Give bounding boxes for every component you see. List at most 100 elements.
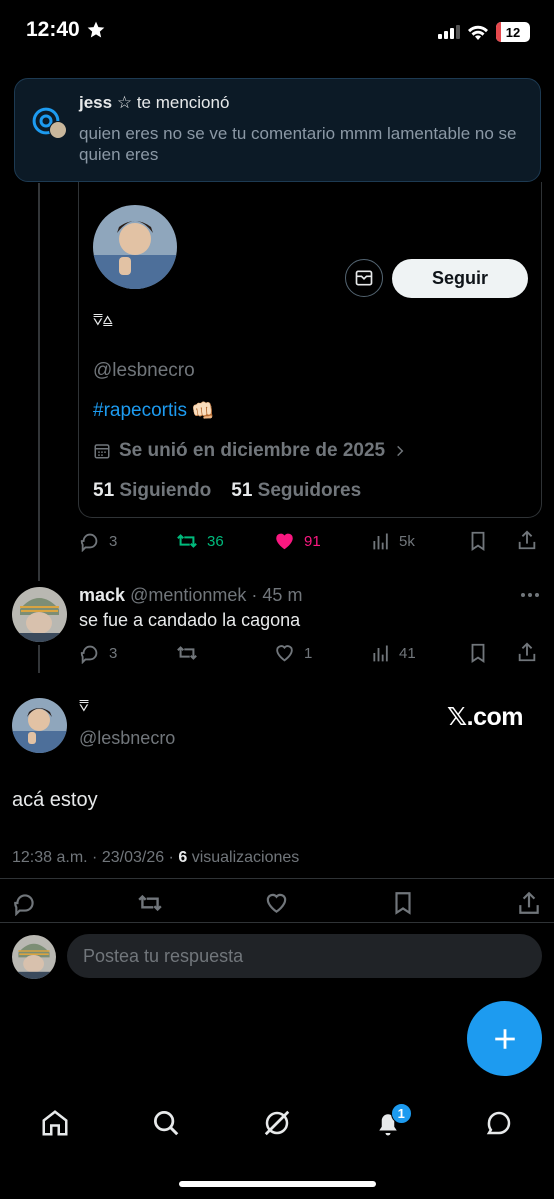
profile-handle: @lesbnecro: [93, 360, 195, 381]
views-action[interactable]: 5k: [371, 531, 415, 551]
home-indicator[interactable]: [179, 1181, 376, 1187]
joined-text: Se unió en diciembre de 2025: [119, 440, 386, 461]
notification-user[interactable]: jess: [79, 93, 112, 112]
reply-actions: 3 1 41: [79, 640, 542, 666]
reply-like-count: 1: [304, 644, 313, 662]
share-icon[interactable]: [516, 529, 538, 551]
following-label: Siguiendo: [119, 480, 212, 501]
heart-icon[interactable]: [263, 890, 290, 916]
envelope-icon: [355, 270, 373, 286]
reply-icon: [80, 645, 98, 664]
compose-button[interactable]: [467, 1001, 542, 1076]
main-avatar[interactable]: [12, 698, 67, 753]
plus-icon: [494, 1028, 515, 1049]
reply-action[interactable]: 3: [79, 530, 117, 552]
notification-action: te mencionó: [136, 93, 230, 112]
battery-level: 12: [505, 24, 521, 40]
followers-label: Seguidores: [257, 480, 362, 501]
notifications-badge: 1: [390, 1103, 412, 1124]
wifi-icon: [468, 25, 488, 40]
bottom-tab-bar: 1: [0, 1088, 554, 1158]
views-count: 5k: [399, 532, 415, 550]
reply-time: 45 m: [262, 585, 303, 605]
clock: 12:40: [26, 18, 80, 41]
like-count: 91: [304, 532, 321, 550]
views-icon: [373, 645, 388, 662]
tab-notifications[interactable]: 1: [358, 1093, 418, 1153]
chevron-right-icon[interactable]: [393, 444, 407, 458]
search-icon: [154, 1111, 179, 1136]
bookmark-icon[interactable]: [467, 642, 489, 664]
following-stat[interactable]: 51 Siguiendo: [93, 480, 211, 502]
notification-star: ☆: [116, 93, 133, 112]
more-icon[interactable]: [520, 590, 540, 600]
share-icon[interactable]: [516, 890, 542, 916]
quoted-actions: 3 36 91 5k: [79, 528, 542, 554]
followers-stat[interactable]: 51 Seguidores: [231, 480, 361, 502]
heart-filled-icon: [276, 533, 293, 550]
battery-icon: 12: [496, 22, 530, 42]
reply-icon: [80, 533, 98, 552]
share-icon[interactable]: [516, 641, 538, 663]
bookmark-icon[interactable]: [390, 890, 416, 916]
follow-button[interactable]: Seguir: [392, 259, 528, 298]
notification-avatar: [49, 121, 67, 139]
profile-bio: #rapecortis 👊🏻: [93, 399, 215, 423]
thread-line-2: [38, 645, 40, 673]
tab-grok[interactable]: [247, 1093, 307, 1153]
repost-icon[interactable]: [136, 890, 164, 916]
reply-input[interactable]: Postea tu respuesta: [67, 934, 542, 978]
tab-home[interactable]: [25, 1093, 85, 1153]
reply-header: mack @mentionmek · 45 m: [79, 585, 303, 605]
repost-icon: [177, 534, 197, 548]
reply-like-action[interactable]: 1: [273, 642, 312, 664]
joined-date: Se unió en diciembre de 2025: [93, 440, 407, 462]
like-action[interactable]: 91: [273, 530, 321, 552]
reply-views-count: 41: [399, 644, 416, 662]
main-author-name[interactable]: ⩢: [79, 698, 89, 716]
reply-text: se fue a candado la cagona: [79, 610, 301, 630]
repost-action[interactable]: 36: [175, 530, 224, 552]
heart-icon: [276, 645, 293, 662]
mention-notification[interactable]: jess ☆ te mencionó quien eres no se ve t…: [14, 78, 541, 182]
reply-author-handle[interactable]: @mentionmek: [130, 585, 246, 605]
xcom-watermark: 𝕏.com: [447, 703, 524, 731]
following-count: 51: [93, 480, 115, 501]
hashtag-link[interactable]: #rapecortis: [93, 400, 187, 422]
divider-bottom: [0, 922, 554, 923]
thread-line: [38, 183, 40, 581]
grok-icon: [264, 1110, 290, 1136]
tweet-date: 23/03/26: [101, 849, 165, 866]
notification-text: quien eres no se ve tu comentario mmm la…: [79, 124, 517, 164]
reply-avatar[interactable]: [12, 587, 67, 642]
profile-name: ⩢⩠: [93, 312, 113, 329]
followers-count: 51: [231, 480, 253, 501]
bookmark-icon[interactable]: [467, 530, 489, 552]
composer-avatar[interactable]: [12, 935, 56, 979]
main-author-handle[interactable]: @lesbnecro: [79, 728, 175, 749]
repost-count: 36: [207, 532, 224, 550]
main-tweet-text: acá estoy: [12, 789, 98, 811]
chat-icon: [486, 1111, 510, 1135]
star-icon: [87, 21, 105, 38]
reply-author-name[interactable]: mack: [79, 585, 125, 605]
reply-count: 3: [109, 532, 118, 550]
home-icon: [42, 1110, 68, 1136]
status-indicators: 12: [438, 22, 530, 42]
divider-top: [0, 878, 554, 879]
status-time: 12:40: [26, 18, 106, 42]
reply-repost-action[interactable]: [175, 642, 199, 664]
profile-avatar[interactable]: [93, 205, 177, 289]
notification-title: jess ☆ te mencionó: [79, 93, 229, 113]
calendar-icon: [94, 444, 110, 459]
reply-views-action[interactable]: 41: [371, 643, 416, 663]
tab-search[interactable]: [136, 1093, 196, 1153]
tab-messages[interactable]: [469, 1093, 529, 1153]
tweet-time: 12:38 a.m.: [12, 849, 88, 866]
profile-card[interactable]: Seguir ⩢⩠ @lesbnecro #rapecortis 👊🏻 Se u…: [78, 182, 542, 518]
main-actions: [12, 889, 542, 917]
tweet-views-label: visualizaciones: [191, 849, 300, 866]
reply-icon[interactable]: [12, 890, 38, 916]
message-button[interactable]: [345, 259, 383, 297]
reply-reply-action[interactable]: 3: [79, 642, 117, 664]
